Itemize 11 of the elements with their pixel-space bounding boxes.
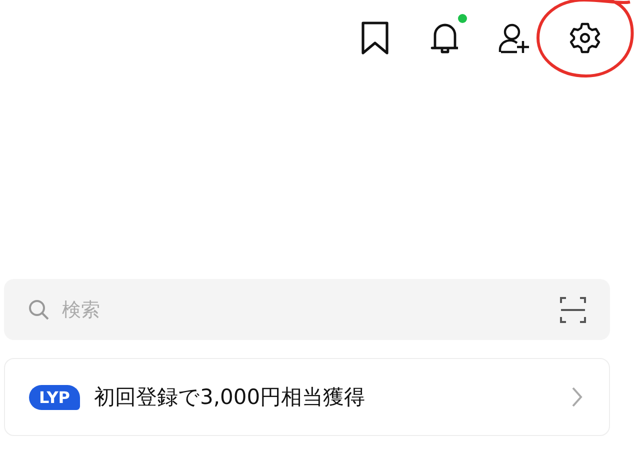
add-user-icon[interactable] — [498, 21, 532, 55]
bookmark-icon[interactable] — [360, 21, 390, 55]
chevron-right-icon — [571, 386, 583, 408]
settings-icon[interactable] — [569, 22, 601, 54]
promo-text: 初回登録で3,000円相当獲得 — [94, 384, 366, 411]
search-input[interactable]: 検索 — [60, 298, 550, 322]
scan-icon[interactable] — [560, 296, 586, 322]
brand-logo: LYP — [29, 384, 80, 410]
search-bar[interactable]: 検索 — [4, 279, 610, 340]
promo-banner[interactable]: LYP 初回登録で3,000円相当獲得 — [4, 358, 610, 436]
search-icon — [28, 298, 50, 320]
